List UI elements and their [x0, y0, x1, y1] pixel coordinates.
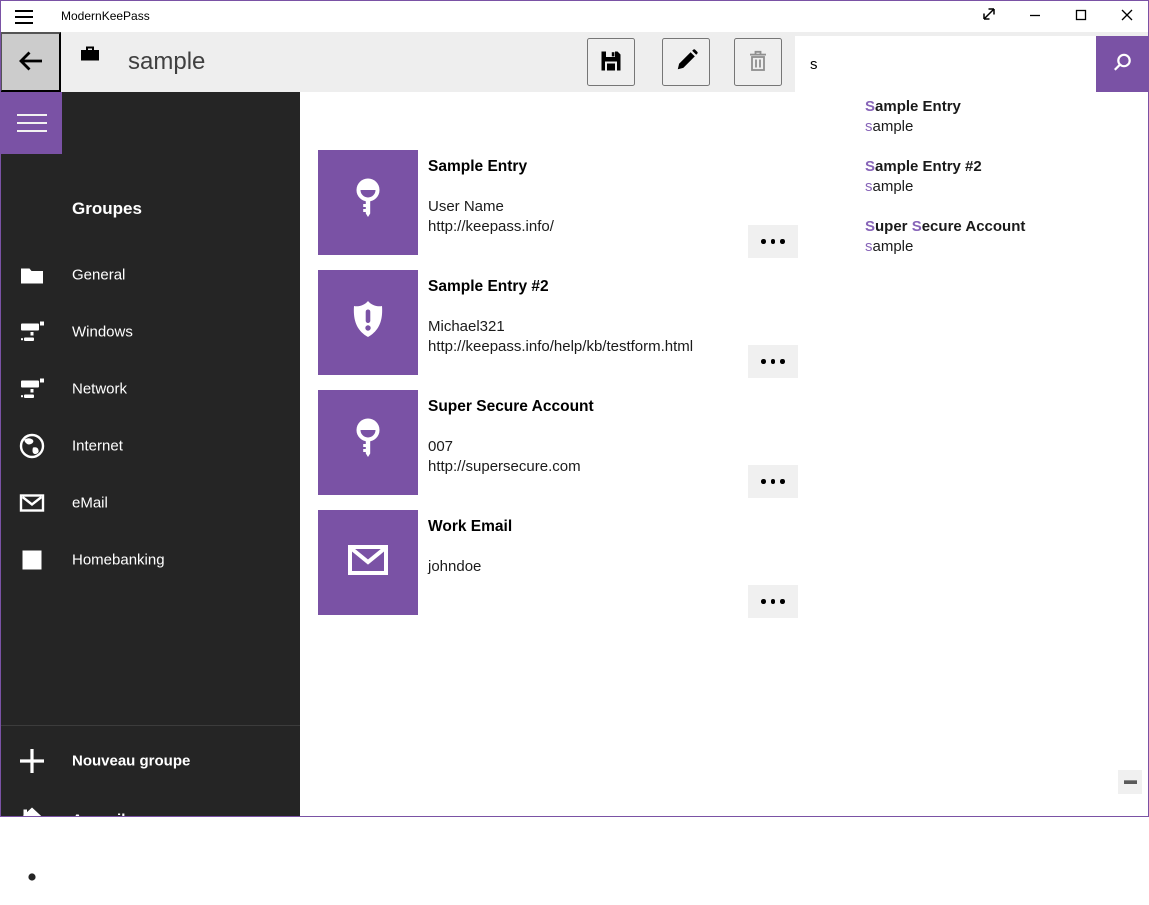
suggestion-subtitle: sample — [865, 237, 913, 257]
entry-title: Sample Entry — [428, 158, 527, 176]
entry-more-button[interactable] — [748, 345, 798, 378]
folder-icon — [18, 261, 46, 289]
entry-username: User Name — [428, 197, 504, 217]
suggestion-title: Sample Entry — [865, 97, 961, 117]
app-window: ModernKeePass sample — [0, 0, 1149, 817]
database-icon — [80, 45, 100, 67]
back-button[interactable] — [0, 32, 61, 92]
entry-more-button[interactable] — [748, 225, 798, 258]
entry-username: johndoe — [428, 557, 481, 577]
sidebar-heading: Groupes — [72, 199, 142, 219]
trash-icon — [746, 49, 770, 76]
sidebar: Groupes General Windows Network Internet — [1, 92, 300, 816]
sidebar-item-label: General — [72, 266, 125, 283]
entry-tile[interactable] — [318, 510, 418, 615]
network-icon — [18, 318, 46, 346]
sidebar-item-label: Network — [72, 380, 127, 397]
home-icon — [18, 806, 46, 834]
database-title: sample — [128, 32, 205, 92]
sidebar-item-windows[interactable]: Windows — [1, 303, 300, 360]
titlebar: ModernKeePass — [1, 1, 1148, 32]
entry-username: Michael321 — [428, 317, 505, 337]
entry-url: http://keepass.info/help/kb/testform.htm… — [428, 337, 693, 357]
gear-icon — [18, 863, 46, 891]
search-icon — [1111, 52, 1133, 77]
search-input[interactable] — [795, 36, 1096, 92]
sidebar-item-settings[interactable]: Paramètres — [1, 848, 300, 905]
suggestion-item[interactable]: Super Secure Account sample — [853, 217, 1143, 271]
suggestion-title: Super Secure Account — [865, 217, 1025, 237]
envelope-icon — [344, 536, 392, 589]
sidebar-item-label: Accueil — [72, 811, 125, 828]
close-button[interactable] — [1104, 1, 1149, 32]
save-icon — [599, 49, 623, 76]
shield-exclamation-icon — [344, 296, 392, 349]
envelope-icon — [18, 489, 46, 517]
entry-username: 007 — [428, 437, 453, 457]
entry-tile[interactable] — [318, 150, 418, 255]
hamburger-button[interactable] — [1, 92, 62, 154]
entry-title: Super Secure Account — [428, 398, 594, 416]
minimize-button[interactable] — [1012, 1, 1058, 32]
sidebar-item-email[interactable]: eMail — [1, 474, 300, 531]
close-icon — [1121, 8, 1133, 26]
square-icon — [18, 546, 46, 574]
suggestion-item[interactable]: Sample Entry sample — [853, 97, 1143, 151]
delete-button[interactable] — [734, 38, 782, 86]
entry-title: Sample Entry #2 — [428, 278, 549, 296]
search-button[interactable] — [1096, 36, 1148, 92]
minus-icon — [1124, 780, 1137, 784]
entry-title: Work Email — [428, 518, 512, 536]
sidebar-item-internet[interactable]: Internet — [1, 417, 300, 474]
key-icon — [344, 176, 392, 229]
suggestion-item[interactable]: Sample Entry #2 sample — [853, 157, 1143, 211]
back-arrow-icon — [16, 46, 46, 79]
sidebar-item-home[interactable]: Accueil — [1, 791, 300, 848]
key-icon — [344, 416, 392, 469]
sidebar-item-label: Paramètres — [72, 868, 154, 885]
sidebar-item-label: eMail — [72, 494, 108, 511]
sidebar-item-general[interactable]: General — [1, 246, 300, 303]
ellipsis-icon — [761, 479, 766, 484]
sidebar-item-label: Homebanking — [72, 551, 165, 568]
sidebar-item-label: Windows — [72, 323, 133, 340]
entry-url: http://supersecure.com — [428, 457, 581, 477]
suggestion-subtitle: sample — [865, 177, 913, 197]
maximize-icon — [1075, 8, 1087, 26]
plus-icon — [18, 747, 46, 775]
ellipsis-icon — [761, 599, 766, 604]
minimize-icon — [1029, 8, 1041, 26]
sidebar-item-network[interactable]: Network — [1, 360, 300, 417]
entry-tile[interactable] — [318, 390, 418, 495]
network-icon — [18, 375, 46, 403]
ellipsis-icon — [761, 359, 766, 364]
globe-icon — [18, 432, 46, 460]
entry-more-button[interactable] — [748, 465, 798, 498]
sidebar-item-new-group[interactable]: Nouveau groupe — [1, 732, 300, 789]
zoom-out-button[interactable] — [1118, 770, 1142, 794]
entry-row: Work Email johndoe — [318, 510, 1108, 618]
fullscreen-button[interactable] — [966, 1, 1012, 32]
sidebar-item-label: Internet — [72, 437, 123, 454]
edit-button[interactable] — [662, 38, 710, 86]
app-title: ModernKeePass — [61, 1, 150, 32]
entry-row: Super Secure Account 007 http://supersec… — [318, 390, 1108, 498]
ellipsis-icon — [761, 239, 766, 244]
entry-url: http://keepass.info/ — [428, 217, 554, 237]
suggestion-title: Sample Entry #2 — [865, 157, 982, 177]
titlebar-menu-icon[interactable] — [15, 10, 33, 24]
pencil-icon — [674, 49, 698, 76]
entry-more-button[interactable] — [748, 585, 798, 618]
sidebar-separator — [1, 725, 300, 726]
diagonal-arrows-icon — [978, 3, 1000, 30]
save-button[interactable] — [587, 38, 635, 86]
search-box — [795, 36, 1096, 92]
suggestion-subtitle: sample — [865, 117, 913, 137]
entry-row: Sample Entry #2 Michael321 http://keepas… — [318, 270, 1108, 378]
maximize-button[interactable] — [1058, 1, 1104, 32]
entry-tile[interactable] — [318, 270, 418, 375]
sidebar-item-homebanking[interactable]: Homebanking — [1, 531, 300, 588]
sidebar-item-label: Nouveau groupe — [72, 752, 190, 769]
